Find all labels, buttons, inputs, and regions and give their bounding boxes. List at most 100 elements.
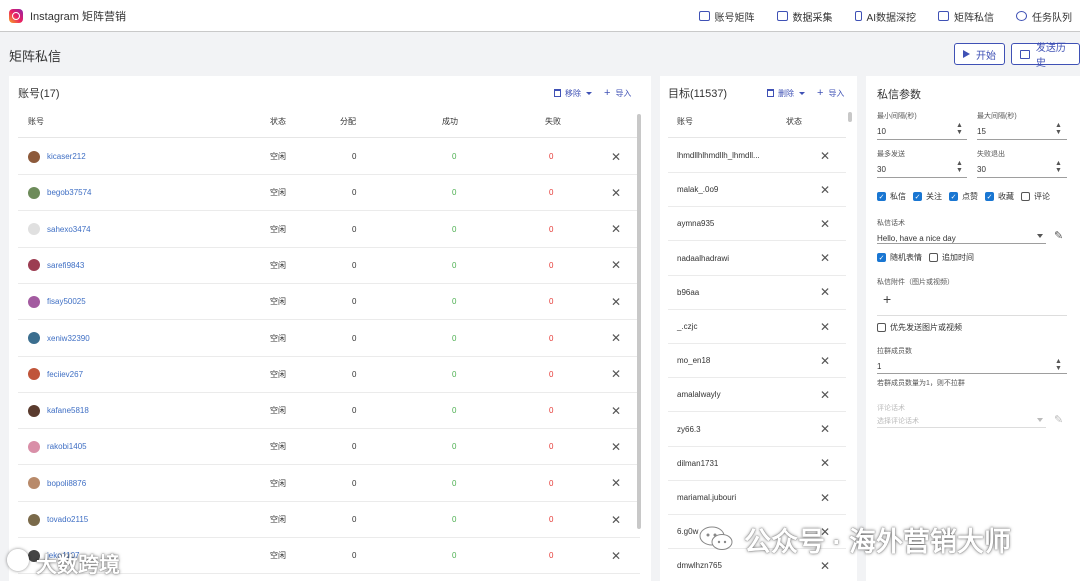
import-targets-button[interactable]: 导入 [828,88,844,99]
table-row[interactable]: zy66.3 ✕ [668,413,846,447]
close-icon[interactable]: ✕ [611,222,621,236]
nav-data-collect[interactable]: 数据采集 [776,9,833,24]
edit-icon[interactable]: ✎ [1054,413,1063,426]
close-icon[interactable]: ✕ [820,456,830,470]
nav-account-matrix[interactable]: 账号矩阵 [698,9,755,24]
account-name[interactable]: sarefi9843 [47,261,84,270]
close-icon[interactable]: ✕ [611,367,621,381]
checkbox-2[interactable]: ✓ 关注 [913,191,942,202]
account-cell[interactable]: kafane5818 [18,404,270,417]
checkbox-2[interactable]: 追加时间 [929,252,974,263]
account-name[interactable]: rakobi1405 [47,442,87,451]
account-name[interactable]: kafane5818 [47,406,89,415]
close-icon[interactable]: ✕ [820,217,830,231]
table-row[interactable]: fisay50025 空闲 0 0 0 ✕ [18,284,640,321]
table-row[interactable]: amalalwayly ✕ [668,378,846,413]
min-interval-field[interactable]: 最小间隔(秒) 10 [877,111,917,136]
max-send-stepper[interactable]: ▲ ▼ [956,160,963,174]
nav-matrix-dm[interactable]: 矩阵私信 [938,9,994,24]
close-icon[interactable]: ✕ [820,285,830,299]
table-row[interactable]: kafane5818 空闲 0 0 0 ✕ [18,393,640,430]
account-cell[interactable]: kicaser212 [18,150,270,163]
account-name[interactable]: sahexo3474 [47,225,91,234]
close-icon[interactable]: ✕ [820,388,830,402]
table-row[interactable]: kicaser212 空闲 0 0 0 ✕ [18,139,640,175]
script-dropdown-icon[interactable] [1037,234,1043,238]
group-size-field[interactable]: 拉群成员数 1 [877,346,912,371]
prefer-media-checkbox[interactable]: 优先发送图片或视频 [877,322,962,333]
table-row[interactable]: malak_.0o9 ✕ [668,173,846,208]
table-row[interactable]: begob37574 空闲 0 0 0 ✕ [18,175,640,212]
import-accounts-button[interactable]: 导入 [615,88,631,99]
close-icon[interactable]: ✕ [611,513,621,527]
table-row[interactable]: tovado2115 空闲 0 0 0 ✕ [18,502,640,538]
max-interval-field[interactable]: 最大间隔(秒) 15 [977,111,1017,136]
account-name[interactable]: tovado2115 [47,515,88,524]
close-icon[interactable]: ✕ [820,183,830,197]
close-icon[interactable]: ✕ [820,320,830,334]
close-icon[interactable]: ✕ [611,150,621,164]
account-cell[interactable]: feciiev267 [18,368,270,381]
edit-icon[interactable]: ✎ [1054,229,1063,242]
close-icon[interactable]: ✕ [820,354,830,368]
close-icon[interactable]: ✕ [820,149,830,163]
start-button[interactable]: 开始 [954,43,1005,65]
account-name[interactable]: bopoli8876 [47,479,86,488]
account-cell[interactable]: sarefi9843 [18,259,270,272]
table-row[interactable]: lhmdllhlhmdllh_lhmdll... ✕ [668,139,846,173]
close-icon[interactable]: ✕ [820,491,830,505]
table-row[interactable]: sarefi9843 空闲 0 0 0 ✕ [18,248,640,284]
account-cell[interactable]: fisay50025 [18,295,270,308]
remove-button[interactable]: 移除 [565,88,581,99]
table-row[interactable]: xeniw32390 空闲 0 0 0 ✕ [18,321,640,357]
close-icon[interactable]: ✕ [611,331,621,345]
close-icon[interactable]: ✕ [611,186,621,200]
close-icon[interactable]: ✕ [611,549,621,563]
close-icon[interactable]: ✕ [611,404,621,418]
close-icon[interactable]: ✕ [820,251,830,265]
account-cell[interactable]: begob37574 [18,186,270,199]
table-row[interactable]: sahexo3474 空闲 0 0 0 ✕ [18,212,640,248]
add-attachment-icon[interactable]: + [883,291,891,307]
max-interval-stepper[interactable]: ▲ ▼ [1055,122,1062,136]
account-cell[interactable]: sahexo3474 [18,223,270,236]
send-history-button[interactable]: 发送历史 [1011,43,1080,69]
checkbox-3[interactable]: ✓ 点赞 [949,191,978,202]
table-row[interactable]: nadaalhadrawi ✕ [668,242,846,276]
checkbox-5[interactable]: 评论 [1021,191,1050,202]
account-name[interactable]: fisay50025 [47,297,86,306]
account-name[interactable]: kicaser212 [47,152,86,161]
checkbox-1[interactable]: ✓ 私信 [877,191,906,202]
table-row[interactable]: mo_en18 ✕ [668,344,846,379]
comment-dropdown-icon[interactable] [1037,418,1043,422]
table-row[interactable]: b96aa ✕ [668,276,846,310]
table-row[interactable]: aymna935 ✕ [668,207,846,242]
table-row[interactable]: feciiev267 空闲 0 0 0 ✕ [18,357,640,393]
accounts-scrollbar[interactable] [637,114,641,529]
account-cell[interactable]: xeniw32390 [18,332,270,344]
table-row[interactable]: bopoli8876 空闲 0 0 0 ✕ [18,466,640,502]
nav-ai-dig[interactable]: AI数据深挖 [854,9,916,24]
checkbox-4[interactable]: ✓ 收藏 [985,191,1014,202]
table-row[interactable]: rakobi1405 空闲 0 0 0 ✕ [18,429,640,466]
close-icon[interactable]: ✕ [611,476,621,490]
account-name[interactable]: begob37574 [47,188,92,197]
table-row[interactable]: _.czjc ✕ [668,310,846,344]
chevron-down-icon[interactable] [586,91,592,95]
table-row[interactable]: dilman1731 ✕ [668,447,846,481]
delete-button[interactable]: 删除 [778,88,794,99]
account-name[interactable]: xeniw32390 [47,334,90,343]
targets-scrollbar[interactable] [848,112,852,122]
table-row[interactable]: mariamal.jubouri ✕ [668,481,846,515]
close-icon[interactable]: ✕ [820,422,830,436]
close-icon[interactable]: ✕ [820,559,830,573]
close-icon[interactable]: ✕ [611,295,621,309]
close-icon[interactable]: ✕ [611,258,621,272]
checkbox-1[interactable]: ✓ 随机表情 [877,252,922,263]
fail-exit-stepper[interactable]: ▲ ▼ [1055,160,1062,174]
account-cell[interactable]: rakobi1405 [18,440,270,453]
max-send-field[interactable]: 最多发送 30 [877,149,905,174]
account-name[interactable]: feciiev267 [47,370,83,379]
script-field[interactable]: 私信话术 Hello, have a nice day [877,218,956,243]
min-interval-stepper[interactable]: ▲ ▼ [956,122,963,136]
